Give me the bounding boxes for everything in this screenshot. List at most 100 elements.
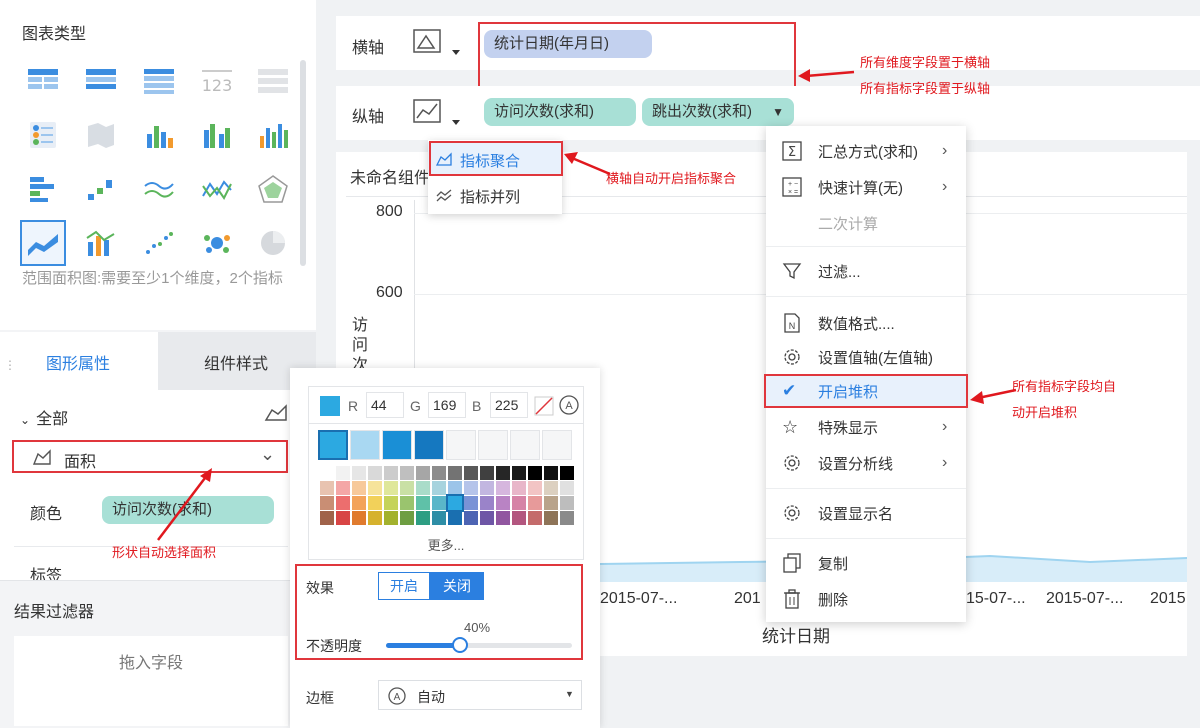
palette-swatch[interactable] — [496, 481, 510, 495]
palette-swatch[interactable] — [336, 511, 350, 525]
multi-line-icon[interactable] — [142, 174, 176, 204]
palette-swatch[interactable] — [320, 466, 334, 480]
radar-chart-icon[interactable] — [256, 174, 290, 204]
palette-swatch[interactable] — [400, 511, 414, 525]
palette-swatch[interactable] — [352, 496, 366, 510]
y-field-pill-visits[interactable]: 访问次数(求和) — [484, 98, 636, 126]
palette-swatch[interactable] — [432, 511, 446, 525]
palette-swatch[interactable] — [384, 466, 398, 480]
palette-swatch[interactable] — [336, 496, 350, 510]
palette-swatch[interactable] — [352, 511, 366, 525]
palette-swatch[interactable] — [528, 496, 542, 510]
menu-copy[interactable]: 复制 — [766, 546, 966, 580]
bubble-chart-icon[interactable] — [200, 228, 234, 258]
menu-number-format[interactable]: N 数值格式.... — [766, 306, 966, 340]
palette-swatch[interactable] — [416, 496, 430, 510]
recent-color-swatch[interactable] — [542, 430, 572, 460]
scatter-chart-icon[interactable] — [142, 228, 176, 258]
palette-swatch[interactable] — [512, 511, 526, 525]
palette-swatch[interactable] — [528, 511, 542, 525]
r-input[interactable]: 44 — [366, 392, 404, 418]
y-field-pill-bounces[interactable]: 跳出次数(求和) ▼ — [642, 98, 794, 126]
palette-swatch[interactable] — [400, 466, 414, 480]
palette-swatch[interactable] — [480, 511, 494, 525]
table-chart-icon[interactable] — [26, 66, 60, 96]
agg-item-parallel[interactable]: 指标并列 — [428, 178, 562, 212]
palette-swatch[interactable] — [480, 496, 494, 510]
palette-swatch[interactable] — [368, 496, 382, 510]
palette-swatch[interactable] — [368, 481, 382, 495]
palette-swatch[interactable] — [320, 496, 334, 510]
pie-chart-icon[interactable] — [256, 228, 290, 258]
menu-special-display[interactable]: ☆ 特殊显示 › — [766, 410, 966, 444]
menu-delete[interactable]: 删除 — [766, 582, 966, 616]
number-chart-icon[interactable]: 123 — [200, 66, 234, 96]
palette-swatch[interactable] — [528, 466, 542, 480]
auto-color-icon[interactable]: A — [558, 394, 580, 416]
palette-swatch[interactable] — [368, 466, 382, 480]
filter-card-icon[interactable] — [26, 120, 60, 150]
palette-swatch[interactable] — [336, 481, 350, 495]
menu-analysis-line[interactable]: 设置分析线 › — [766, 446, 966, 480]
horizontal-bar-icon[interactable] — [26, 174, 60, 204]
palette-swatch[interactable] — [432, 496, 446, 510]
palette-swatch[interactable] — [544, 466, 558, 480]
palette-swatch[interactable] — [496, 511, 510, 525]
all-section-header[interactable]: ⌄ 全部 — [20, 405, 68, 429]
palette-swatch[interactable] — [384, 511, 398, 525]
menu-filter[interactable]: 过滤... — [766, 254, 966, 288]
menu-quick-calc[interactable]: + − × = 快速计算(无) › — [766, 170, 966, 204]
palette-swatch[interactable] — [384, 496, 398, 510]
combo-chart-icon[interactable] — [84, 228, 118, 258]
palette-swatch[interactable] — [464, 466, 478, 480]
palette-swatch[interactable] — [496, 466, 510, 480]
range-area-icon[interactable] — [26, 228, 60, 258]
palette-swatch[interactable] — [512, 481, 526, 495]
bar-chart-icon[interactable] — [256, 120, 290, 150]
palette-swatch[interactable] — [320, 481, 334, 495]
palette-swatch[interactable] — [480, 481, 494, 495]
border-select[interactable]: A 自动 ▼ — [378, 680, 582, 710]
more-colors-link[interactable]: 更多... — [308, 534, 584, 558]
menu-summary[interactable]: Σ 汇总方式(求和) › — [766, 134, 966, 168]
palette-swatch[interactable] — [416, 481, 430, 495]
tab-graphic-properties[interactable]: 图形属性 — [0, 332, 158, 390]
palette-swatch[interactable] — [384, 481, 398, 495]
recent-color-swatch[interactable] — [350, 430, 380, 460]
palette-swatch[interactable] — [512, 466, 526, 480]
map-chart-icon[interactable] — [84, 120, 118, 150]
recent-color-swatch[interactable] — [446, 430, 476, 460]
palette-swatch[interactable] — [512, 496, 526, 510]
recent-color-swatch[interactable] — [318, 430, 348, 460]
palette-swatch[interactable] — [528, 481, 542, 495]
g-input[interactable]: 169 — [428, 392, 466, 418]
menu-value-axis[interactable]: 设置值轴(左值轴) — [766, 340, 966, 374]
palette-swatch[interactable] — [544, 481, 558, 495]
palette-swatch[interactable] — [336, 466, 350, 480]
cross-table-icon[interactable] — [142, 66, 176, 96]
palette-swatch[interactable] — [480, 466, 494, 480]
palette-swatch[interactable] — [320, 511, 334, 525]
line-chart-icon[interactable] — [200, 174, 234, 204]
palette-swatch[interactable] — [368, 511, 382, 525]
grouped-bar-icon[interactable] — [200, 120, 234, 150]
palette-swatch[interactable] — [464, 496, 478, 510]
palette-swatch[interactable] — [446, 494, 464, 512]
palette-swatch[interactable] — [448, 511, 462, 525]
palette-swatch[interactable] — [560, 496, 574, 510]
palette-swatch[interactable] — [400, 496, 414, 510]
palette-swatch[interactable] — [464, 511, 478, 525]
palette-swatch[interactable] — [400, 481, 414, 495]
kpi-list-icon[interactable] — [256, 66, 290, 96]
drag-handle-icon[interactable]: ⋮ — [4, 358, 16, 372]
palette-swatch[interactable] — [464, 481, 478, 495]
palette-swatch[interactable] — [544, 496, 558, 510]
palette-swatch[interactable] — [560, 466, 574, 480]
recent-color-swatch[interactable] — [510, 430, 540, 460]
y-axis-chart-type-button[interactable] — [412, 98, 462, 128]
no-color-icon[interactable] — [534, 396, 554, 416]
palette-swatch[interactable] — [448, 466, 462, 480]
palette-swatch[interactable] — [560, 511, 574, 525]
palette-swatch[interactable] — [544, 511, 558, 525]
recent-color-swatch[interactable] — [382, 430, 412, 460]
